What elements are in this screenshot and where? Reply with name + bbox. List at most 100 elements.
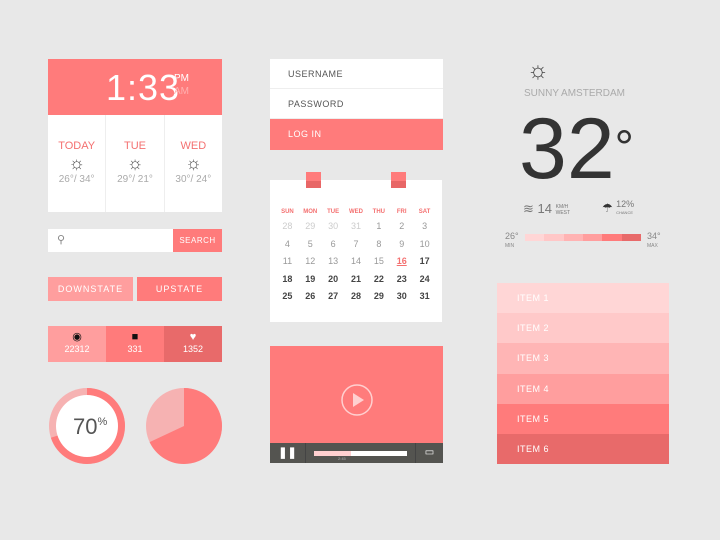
calendar-day[interactable]: 28 (276, 218, 299, 236)
rain-info: ☂ 12% CHANCE (602, 199, 635, 216)
clock-weather-widget: 1:33 PM AM TODAY ☼ 26°/ 34° TUE ☼ 29°/ 21° W… (48, 59, 222, 212)
wind-icon: ≋ (523, 201, 534, 216)
calendar-day[interactable]: 21 (345, 271, 368, 289)
wind-info: ≋ 14 KM/H WEST (523, 201, 571, 216)
day-name: TODAY (58, 140, 96, 152)
likes-count: 1352 (182, 344, 204, 354)
scale-segment (582, 234, 603, 241)
umbrella-icon: ☂ (602, 201, 613, 215)
calendar-day[interactable]: 23 (390, 271, 413, 289)
weekday-label: SAT (418, 209, 431, 215)
calendar-day[interactable]: 29 (299, 218, 322, 236)
calendar-day[interactable]: 5 (299, 236, 322, 254)
seek-bar[interactable]: 2:45 (306, 443, 415, 463)
play-icon[interactable] (340, 383, 374, 417)
search-icon: ⚲ (57, 234, 66, 246)
list-item[interactable]: ITEM 5 (497, 403, 669, 434)
min-temp: 26° MIN (505, 231, 519, 250)
airplay-icon[interactable]: ▭ (415, 443, 443, 463)
forecast-day: TUE ☼ 29°/ 21° (106, 115, 165, 212)
username-field[interactable]: USERNAME (270, 59, 443, 89)
list-item[interactable]: ITEM 2 (497, 313, 669, 344)
calendar-day[interactable]: 28 (345, 288, 368, 306)
list-item[interactable]: ITEM 6 (497, 433, 669, 465)
scale-segment (563, 234, 583, 241)
stats-bar: ◉ 22312 ■ 331 ♥ 1352 (48, 326, 222, 362)
calendar: SUN MON TUE WED THU FRI SAT 28 29 30 31 1 2 3 4 5 6 7 8 9 10… (270, 180, 442, 322)
calendar-day[interactable]: 19 (299, 271, 322, 289)
search-input[interactable]: ⚲ (48, 229, 173, 252)
upstate-button[interactable]: UPSTATE (137, 277, 222, 301)
calendar-day[interactable]: 6 (322, 236, 345, 254)
calendar-day[interactable]: 12 (299, 253, 322, 271)
scale-segment (525, 234, 545, 241)
calendar-day[interactable]: 27 (322, 288, 345, 306)
views-stat[interactable]: ◉ 22312 (48, 326, 106, 362)
list-item[interactable]: ITEM 1 (497, 283, 669, 314)
weekday-label: FRI (396, 209, 407, 215)
sun-icon: ☼ (527, 57, 549, 84)
login-form: USERNAME PASSWORD LOG IN (270, 59, 443, 150)
comments-count: 331 (127, 344, 143, 354)
calendar-day[interactable]: 1 (367, 218, 390, 236)
login-button[interactable]: LOG IN (270, 119, 443, 150)
weekday-label: MON (303, 209, 318, 215)
am-toggle[interactable]: AM (174, 86, 189, 97)
calendar-day[interactable]: 4 (276, 236, 299, 254)
clock-header: 1:33 PM AM (48, 59, 222, 115)
calendar-day[interactable]: 20 (322, 271, 345, 289)
password-field[interactable]: PASSWORD (270, 89, 443, 119)
calendar-day[interactable]: 18 (276, 271, 299, 289)
day-temps: 26°/ 34° (58, 174, 95, 185)
forecast-day: TODAY ☼ 26°/ 34° (48, 115, 107, 212)
video-controls: ❚❚ 2:45 ▭ (270, 443, 443, 463)
calendar-day[interactable]: 10 (413, 236, 436, 254)
calendar-day[interactable]: 17 (413, 253, 436, 271)
calendar-day[interactable]: 3 (413, 218, 436, 236)
sun-icon: ☼ (126, 153, 144, 173)
calendar-day[interactable]: 16 (390, 253, 413, 271)
calendar-day[interactable]: 29 (367, 288, 390, 306)
calendar-day[interactable]: 14 (345, 253, 368, 271)
weather-condition: SUNNY AMSTERDAM (524, 88, 625, 99)
pm-toggle[interactable]: PM (174, 73, 189, 84)
calendar-day[interactable]: 15 (367, 253, 390, 271)
search-button[interactable]: SEARCH (173, 229, 222, 252)
calendar-day[interactable]: 26 (299, 288, 322, 306)
calendar-day[interactable]: 31 (345, 218, 368, 236)
calendar-day[interactable]: 2 (390, 218, 413, 236)
weekday-label: TUE (327, 209, 340, 215)
current-time: 2:45 (338, 456, 346, 461)
downstate-button[interactable]: DOWNSTATE (48, 277, 133, 301)
calendar-day[interactable]: 9 (390, 236, 413, 254)
current-temp: 32° (519, 101, 634, 197)
temp-scale (525, 234, 641, 241)
calendar-day[interactable]: 13 (322, 253, 345, 271)
weekday-label: WED (348, 209, 363, 215)
calendar-day[interactable]: 7 (345, 236, 368, 254)
list-item[interactable]: ITEM 4 (497, 373, 669, 404)
day-name: TUE (123, 140, 146, 152)
day-name: WED (180, 140, 207, 152)
calendar-day[interactable]: 11 (276, 253, 299, 271)
calendar-day[interactable]: 31 (413, 288, 436, 306)
calendar-day[interactable]: 24 (413, 271, 436, 289)
calendar-ring (391, 172, 406, 188)
heart-icon: ♥ (189, 331, 197, 343)
likes-stat[interactable]: ♥ 1352 (164, 326, 222, 362)
views-count: 22312 (64, 344, 90, 354)
list-item[interactable]: ITEM 3 (497, 343, 669, 374)
comment-icon: ■ (131, 331, 139, 343)
calendar-day[interactable]: 25 (276, 288, 299, 306)
day-temps: 30°/ 24° (175, 174, 212, 185)
calendar-day[interactable]: 30 (390, 288, 413, 306)
comments-stat[interactable]: ■ 331 (106, 326, 164, 362)
weekday-label: THU (372, 209, 386, 215)
max-temp: 34° MAX (647, 231, 661, 250)
calendar-day[interactable]: 22 (367, 271, 390, 289)
calendar-day[interactable]: 30 (322, 218, 345, 236)
eye-icon: ◉ (72, 331, 82, 343)
calendar-day[interactable]: 8 (367, 236, 390, 254)
video-player: ❚❚ 2:45 ▭ (270, 346, 443, 463)
pause-icon[interactable]: ❚❚ (270, 443, 306, 463)
